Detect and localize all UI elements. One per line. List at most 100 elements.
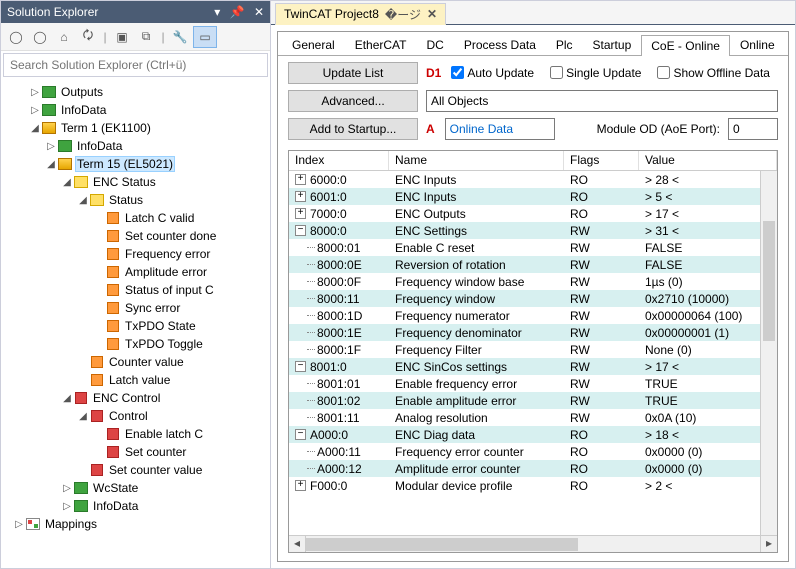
table-row[interactable]: 8000:11Frequency windowRW0x2710 (10000) [289,290,777,307]
col-name[interactable]: Name [389,151,564,170]
scroll-left-icon[interactable]: ◂ [289,536,306,552]
tree-item[interactable]: ▷Mappings [3,515,268,533]
dropdown-icon[interactable]: ▾ [214,5,220,19]
tree-item[interactable]: ◢ENC Control [3,389,268,407]
expand-icon[interactable]: ▷ [61,483,73,494]
online-data-field[interactable] [445,118,555,140]
tree-item[interactable]: Set counter [3,443,268,461]
table-row[interactable]: −8001:0ENC SinCos settingsCRW> 17 < [289,358,777,375]
tree-item[interactable]: Latch value [3,371,268,389]
tree-item[interactable]: Status of input C [3,281,268,299]
tree-item[interactable]: Set counter value [3,461,268,479]
home-icon[interactable]: ⌂ [53,26,75,48]
table-row[interactable]: A000:11Frequency error counterRO0x0000 (… [289,443,777,460]
table-row[interactable]: +F000:0Modular device profileRO> 2 < [289,477,777,494]
pin-icon[interactable]: �ージ [385,6,421,23]
tree-item[interactable]: ▷InfoData [3,101,268,119]
table-row[interactable]: 8000:1DFrequency numeratorRW0x00000064 (… [289,307,777,324]
expand-icon[interactable]: ◢ [29,123,41,134]
back-icon[interactable]: ◯ [5,26,27,48]
tab-startup[interactable]: Startup [583,34,642,55]
single-update-checkbox[interactable]: Single Update [550,66,641,80]
doc-tab[interactable]: TwinCAT Project8 �ージ ✕ [275,3,446,25]
tab-ethercat[interactable]: EtherCAT [345,34,417,55]
expand-icon[interactable]: + [295,174,306,185]
tree-item[interactable]: ▷InfoData [3,497,268,515]
tree-item[interactable]: TxPDO State [3,317,268,335]
table-row[interactable]: 8000:01Enable C resetRWFALSE [289,239,777,256]
expand-icon[interactable]: ◢ [61,177,73,188]
properties-icon[interactable]: 🔧 [169,26,191,48]
tab-process-data[interactable]: Process Data [454,34,546,55]
expand-icon[interactable]: + [295,208,306,219]
tree-item[interactable]: TxPDO Toggle [3,335,268,353]
tree-item[interactable]: Enable latch C [3,425,268,443]
tree-item[interactable]: Counter value [3,353,268,371]
close-icon[interactable]: ✕ [427,7,437,21]
table-row[interactable]: 8000:0EReversion of rotationRWFALSE [289,256,777,273]
expand-icon[interactable]: + [295,191,306,202]
collapse-icon[interactable]: − [295,429,306,440]
table-row[interactable]: 8000:0FFrequency window baseRW1µs (0) [289,273,777,290]
add-to-startup-button[interactable]: Add to Startup... [288,118,418,140]
expand-icon[interactable]: ◢ [61,393,73,404]
tab-dc[interactable]: DC [417,34,454,55]
table-row[interactable]: 8000:1FFrequency FilterRWNone (0) [289,341,777,358]
refresh-icon[interactable]: 🗘 [77,26,99,48]
tree-item[interactable]: ◢Status [3,191,268,209]
table-row[interactable]: 8001:02Enable amplitude errorRWTRUE [289,392,777,409]
tree-item[interactable]: ◢ENC Status [3,173,268,191]
forward-icon[interactable]: ◯ [29,26,51,48]
module-od-input[interactable] [728,118,778,140]
expand-icon[interactable]: ◢ [45,159,57,170]
collapse-icon[interactable]: − [295,225,306,236]
table-row[interactable]: +7000:0ENC OutputsRO> 17 < [289,205,777,222]
pin-icon[interactable]: 📌 [230,5,245,19]
table-row[interactable]: 8000:1EFrequency denominatorRW0x00000001… [289,324,777,341]
table-row[interactable]: +6000:0ENC InputsRO> 28 < [289,171,777,188]
vertical-scrollbar[interactable] [760,171,777,535]
table-row[interactable]: +6001:0ENC InputsRO> 5 < [289,188,777,205]
tab-coe-online[interactable]: CoE - Online [641,35,730,56]
expand-icon[interactable]: + [295,480,306,491]
col-index[interactable]: Index [289,151,389,170]
collapse-icon[interactable]: − [295,361,306,372]
expand-icon[interactable]: ◢ [77,195,89,206]
tab-plc[interactable]: Plc [546,34,583,55]
expand-icon[interactable]: ▷ [61,501,73,512]
advanced-button[interactable]: Advanced... [288,90,418,112]
tree-item[interactable]: ▷WcState [3,479,268,497]
tree-item[interactable]: ◢Control [3,407,268,425]
tree-item[interactable]: ◢Term 1 (EK1100) [3,119,268,137]
tree-item[interactable]: Set counter done [3,227,268,245]
show-offline-checkbox[interactable]: Show Offline Data [657,66,770,80]
col-flags[interactable]: Flags [564,151,639,170]
scroll-right-icon[interactable]: ▸ [760,536,777,552]
tree-item[interactable]: ▷InfoData [3,137,268,155]
expand-icon[interactable]: ▷ [13,519,25,530]
col-value[interactable]: Value [639,151,777,170]
table-row[interactable]: 8001:11Analog resolutionRW0x0A (10) [289,409,777,426]
tree-item[interactable]: Latch C valid [3,209,268,227]
update-list-button[interactable]: Update List [288,62,418,84]
tab-general[interactable]: General [282,34,345,55]
auto-update-checkbox[interactable]: Auto Update [451,66,534,80]
tree-item[interactable]: Amplitude error [3,263,268,281]
tree-item[interactable]: ▷Outputs [3,83,268,101]
tab-online[interactable]: Online [730,34,785,55]
show-all-icon[interactable]: ▭ [193,26,217,48]
search-input[interactable] [3,53,268,77]
table-row[interactable]: 8001:01Enable frequency errorRWTRUE [289,375,777,392]
expand-icon[interactable]: ▷ [29,105,41,116]
horizontal-scrollbar[interactable]: ◂ ▸ [289,535,777,552]
solution-tree[interactable]: ▷Outputs▷InfoData◢Term 1 (EK1100)▷InfoDa… [1,79,270,568]
tree-item[interactable]: ◢Term 15 (EL5021) [3,155,268,173]
table-row[interactable]: −A000:0ENC Diag dataDRO> 18 < [289,426,777,443]
expand-icon[interactable]: ▷ [29,87,41,98]
close-icon[interactable]: ✕ [254,5,264,19]
expand-icon[interactable]: ▷ [45,141,57,152]
tree-item[interactable]: Frequency error [3,245,268,263]
expand-icon[interactable]: ◢ [77,411,89,422]
collapse-icon[interactable]: ⧉ [135,26,157,48]
sync-icon[interactable]: ▣ [111,26,133,48]
